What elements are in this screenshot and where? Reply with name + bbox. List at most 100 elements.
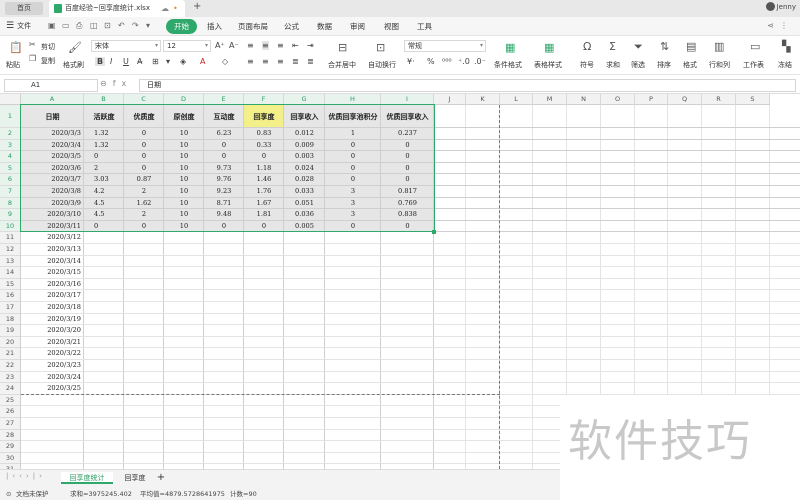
merge-center-button[interactable]: 合并居中 <box>328 60 356 70</box>
plus-icon[interactable]: + <box>193 1 201 12</box>
percent-icon[interactable]: % <box>427 57 435 66</box>
wrap-text-button[interactable]: 自动换行 <box>368 60 396 70</box>
home-tab[interactable]: 首页 <box>5 2 43 15</box>
italic-button[interactable]: I <box>110 57 112 66</box>
row-header[interactable]: 25 <box>0 394 21 407</box>
row-header[interactable]: 7 <box>0 186 21 198</box>
row-header[interactable]: 8 <box>0 197 21 210</box>
cut-icon[interactable]: ✂ <box>29 40 36 49</box>
worksheet-button[interactable]: 工作表 <box>743 60 764 70</box>
sum-icon[interactable]: Σ <box>609 40 616 53</box>
column-header[interactable]: R <box>702 94 736 105</box>
row-header[interactable]: 24 <box>0 383 21 395</box>
column-header[interactable]: M <box>533 94 567 105</box>
decimal-increase-icon[interactable]: ⁺.0 <box>458 57 470 66</box>
undo-icon[interactable]: ↶ <box>118 21 125 30</box>
format-painter-icon[interactable]: 🖌 <box>68 41 82 54</box>
freeze-button[interactable]: 冻结 <box>778 60 792 70</box>
sheet-tab[interactable]: 回享度 <box>117 472 153 484</box>
paste-button[interactable]: 粘贴 <box>6 60 20 70</box>
column-header[interactable]: Q <box>668 94 702 105</box>
table-style-button[interactable]: 表格样式 <box>534 60 562 70</box>
row-header[interactable]: 1 <box>0 105 21 128</box>
select-all-corner[interactable] <box>0 94 21 105</box>
tab-review[interactable]: 审阅 <box>350 19 365 34</box>
date-cell[interactable]: 2020/3/14 <box>21 256 81 268</box>
column-header[interactable]: L <box>500 94 533 105</box>
font-name-select[interactable]: 宋体 ▾ <box>91 40 161 52</box>
date-cell[interactable]: 2020/3/22 <box>21 348 81 360</box>
formula-icons[interactable]: ⊖fx <box>100 79 132 88</box>
row-header[interactable]: 2 <box>0 128 21 140</box>
merge-center-icon[interactable]: ⊟ <box>338 41 347 54</box>
tab-insert[interactable]: 插入 <box>207 19 222 34</box>
underline-button[interactable]: U <box>123 57 129 66</box>
justify-icon[interactable]: ≣ <box>292 57 299 66</box>
row-header[interactable]: 9 <box>0 209 21 221</box>
tab-data[interactable]: 数据 <box>317 19 332 34</box>
font-color-icon[interactable]: A <box>200 57 205 66</box>
row-header[interactable]: 26 <box>0 406 21 418</box>
row-header[interactable]: 15 <box>0 278 21 291</box>
tab-formula[interactable]: 公式 <box>284 19 299 34</box>
align-middle-icon[interactable]: ≡ <box>262 41 269 50</box>
copy-button[interactable]: 复制 <box>41 56 55 66</box>
tab-tools[interactable]: 工具 <box>417 19 432 34</box>
align-left-icon[interactable]: ≡ <box>247 57 254 66</box>
align-top-icon[interactable]: ≡ <box>247 41 254 50</box>
conditional-format-button[interactable]: 条件格式 <box>494 60 522 70</box>
row-header[interactable]: 21 <box>0 348 21 360</box>
print-icon[interactable]: ⎙ <box>76 21 82 31</box>
clear-format-icon[interactable]: ◇ <box>222 57 228 66</box>
row-header[interactable]: 30 <box>0 452 21 465</box>
copy-icon[interactable]: ❐ <box>29 54 36 63</box>
date-cell[interactable]: 2020/3/16 <box>21 279 81 291</box>
align-bottom-icon[interactable]: ≡ <box>277 41 284 50</box>
thousands-icon[interactable]: ⁰⁰⁰ <box>442 57 452 66</box>
row-col-icon[interactable]: ▥ <box>714 40 724 53</box>
tab-page-layout[interactable]: 页面布局 <box>238 19 268 34</box>
file-menu-button[interactable]: ☰ 文件 <box>6 20 43 33</box>
row-col-button[interactable]: 行和列 <box>709 60 730 70</box>
column-header[interactable]: P <box>635 94 668 105</box>
bold-button[interactable]: B <box>95 57 106 66</box>
distribute-icon[interactable]: ≣ <box>307 57 314 66</box>
export-icon[interactable]: ⊡ <box>104 21 111 30</box>
fill-handle[interactable] <box>432 230 436 235</box>
row-header[interactable]: 10 <box>0 220 21 233</box>
sheet-nav-arrows[interactable]: |‹‹›|› <box>6 472 46 480</box>
font-size-select[interactable]: 12 ▾ <box>163 40 211 52</box>
row-header[interactable]: 5 <box>0 162 21 175</box>
date-cell[interactable]: 2020/3/25 <box>21 383 81 395</box>
protect-status[interactable]: 文档未保护 <box>16 487 49 500</box>
row-header[interactable]: 12 <box>0 244 21 256</box>
date-cell[interactable]: 2020/3/12 <box>21 232 81 244</box>
conditional-format-icon[interactable]: ▦ <box>505 41 515 54</box>
column-header[interactable]: O <box>601 94 635 105</box>
row-header[interactable]: 13 <box>0 255 21 268</box>
border-icon[interactable]: ⊞ <box>152 57 159 66</box>
date-cell[interactable]: 2020/3/24 <box>21 372 81 384</box>
column-header[interactable]: S <box>736 94 770 105</box>
date-cell[interactable]: 2020/3/17 <box>21 290 81 302</box>
indent-left-icon[interactable]: ⇤ <box>292 41 299 50</box>
sum-button[interactable]: 求和 <box>606 60 620 70</box>
wrap-text-icon[interactable]: ⊡ <box>376 41 385 54</box>
worksheet-icon[interactable]: ▭ <box>750 40 760 53</box>
date-cell[interactable]: 2020/3/15 <box>21 267 81 279</box>
row-header[interactable]: 18 <box>0 313 21 326</box>
row-header[interactable]: 19 <box>0 325 21 337</box>
strikethrough-icon[interactable]: A̶ <box>137 57 142 66</box>
column-header[interactable]: K <box>466 94 500 105</box>
row-header[interactable]: 3 <box>0 139 21 152</box>
font-grow-icon[interactable]: A⁺ <box>215 41 225 50</box>
sort-button[interactable]: 排序 <box>657 60 671 70</box>
format-painter-button[interactable]: 格式刷 <box>63 60 84 70</box>
border-dropdown-icon[interactable]: ▾ <box>166 57 170 66</box>
redo-icon[interactable]: ↷ <box>132 21 139 30</box>
row-header[interactable]: 28 <box>0 429 21 442</box>
save-icon[interactable]: ▣ <box>48 21 56 30</box>
decimal-decrease-icon[interactable]: .0⁻ <box>474 57 486 66</box>
indent-right-icon[interactable]: ⇥ <box>307 41 314 50</box>
formula-input[interactable]: 日期 <box>139 79 796 92</box>
